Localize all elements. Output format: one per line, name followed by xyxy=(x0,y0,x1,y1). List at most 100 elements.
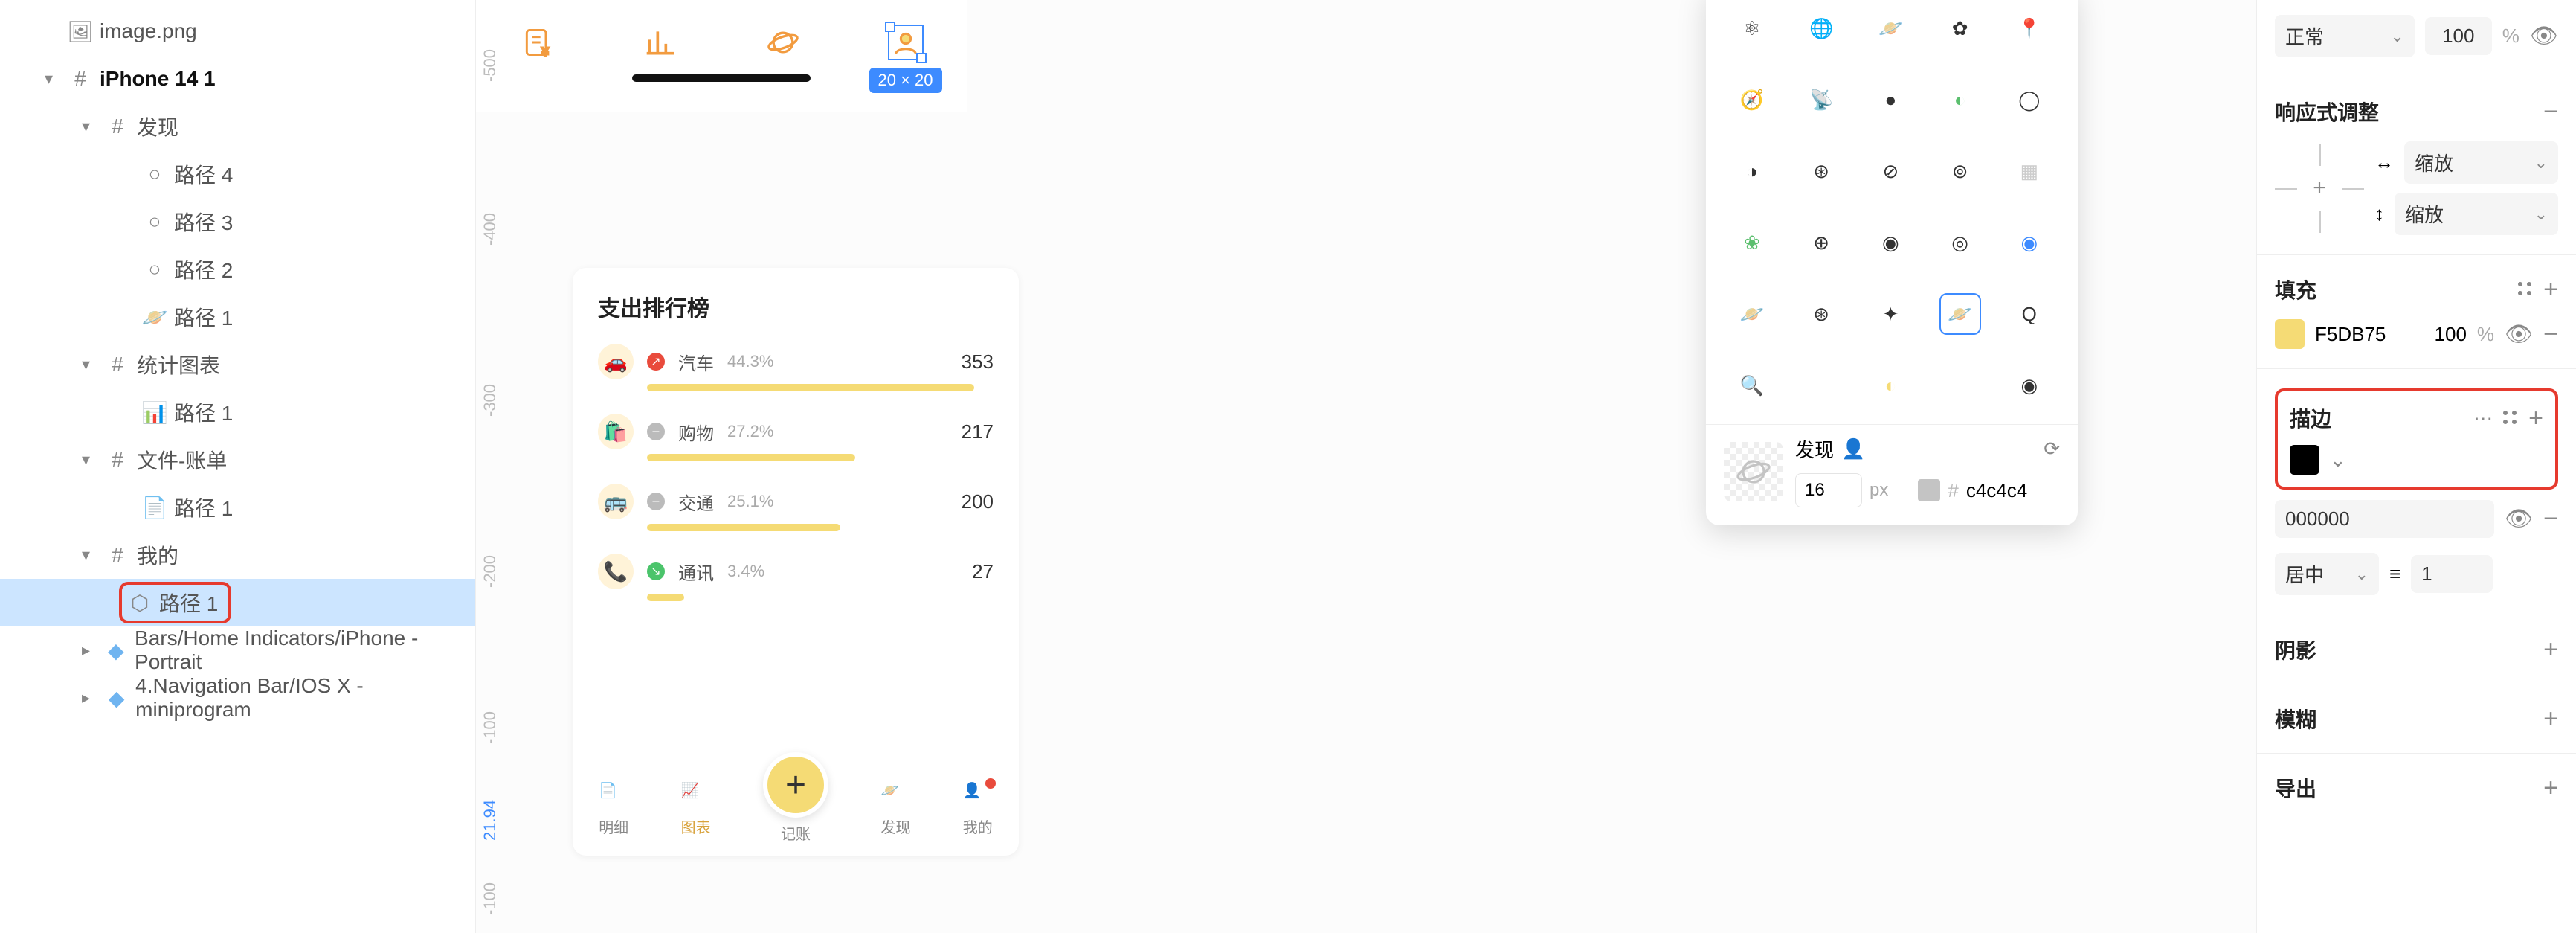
fab-add-button[interactable]: + xyxy=(763,752,828,818)
add-fill-icon[interactable]: + xyxy=(2543,275,2558,304)
icon-compass-fill[interactable]: 🧭 xyxy=(1731,79,1773,121)
stroke-visibility-icon[interactable]: 👁 xyxy=(2505,506,2533,532)
stroke-swatch[interactable] xyxy=(2290,445,2319,475)
icon-grid4[interactable]: ▦ xyxy=(2009,150,2050,192)
layer-image[interactable]: 🖼 image.png xyxy=(0,7,475,55)
icon-atom[interactable]: ⚛ xyxy=(1731,7,1773,49)
layer-stats-path1[interactable]: 📊 路径 1 xyxy=(0,388,475,436)
layer-frame-iphone[interactable]: ▾# iPhone 14 1 xyxy=(0,55,475,103)
bar-chart-icon[interactable] xyxy=(643,25,678,60)
icon-blank2[interactable] xyxy=(1939,365,1981,406)
icon-compass-q[interactable]: Q xyxy=(2009,293,2050,335)
tab-detail[interactable]: 📄 明细 xyxy=(599,781,628,837)
icon-compass-blue[interactable]: ◉ xyxy=(2009,222,2050,263)
stroke-hex-input[interactable]: 000000 xyxy=(2275,500,2494,538)
tab-add[interactable]: + 记账 xyxy=(763,775,828,844)
icon-signal[interactable]: 📡 xyxy=(1800,79,1842,121)
color-hex[interactable]: c4c4c4 xyxy=(1966,479,2027,502)
add-export-icon[interactable]: + xyxy=(2543,774,2558,803)
receipt-icon[interactable]: ¥ xyxy=(520,25,556,60)
tab-discover[interactable]: 🪐 发现 xyxy=(880,781,910,837)
icon-compass4[interactable]: ⊕ xyxy=(1800,222,1842,263)
icon-orbit[interactable]: 🪐 xyxy=(1870,7,1911,49)
vertical-ruler: -500 -400 -300 -200 -100 21.94 -100 xyxy=(476,0,521,933)
layer-bars-component[interactable]: ▸◆ Bars/Home Indicators/iPhone - Portrai… xyxy=(0,626,475,674)
fill-opacity[interactable]: 100 xyxy=(2435,323,2467,346)
rank-row-transport[interactable]: 🚌 – 交通 25.1% 200 xyxy=(598,484,994,519)
collapse-icon[interactable]: − xyxy=(2543,97,2558,126)
frame-icon: # xyxy=(104,353,131,376)
icon-compass-bold[interactable]: ✦ xyxy=(1870,293,1911,335)
icon-planet-selected[interactable]: 🪐 xyxy=(1939,293,1981,335)
icon-compass3[interactable]: ⊘ xyxy=(1870,150,1911,192)
blend-mode-select[interactable]: 正常 xyxy=(2275,15,2415,57)
layer-path1[interactable]: 🪐 路径 1 xyxy=(0,293,475,341)
style-icon[interactable] xyxy=(2518,282,2533,297)
tab-chart[interactable]: 📈 图表 xyxy=(681,781,711,837)
icon-flower[interactable]: ❀ xyxy=(1731,222,1773,263)
icon-pin[interactable]: 📍 xyxy=(2009,7,2050,49)
add-blur-icon[interactable]: + xyxy=(2543,705,2558,734)
layer-path3[interactable]: ○ 路径 3 xyxy=(0,198,475,246)
constraint-widget[interactable]: + xyxy=(2275,144,2364,233)
fill-swatch[interactable] xyxy=(2275,319,2305,349)
layer-files-path1[interactable]: 📄 路径 1 xyxy=(0,484,475,531)
color-swatch[interactable] xyxy=(1918,479,1940,501)
icon-search[interactable]: 🔍 xyxy=(1731,365,1773,406)
icon-moon[interactable]: ◐ xyxy=(1870,365,1911,406)
layer-nav-component[interactable]: ▸◆ 4.Navigation Bar/IOS X - miniprogram xyxy=(0,674,475,722)
icon-target[interactable]: ⊚ xyxy=(1939,150,1981,192)
disclosure-icon[interactable]: ▾ xyxy=(82,450,104,469)
refresh-icon[interactable]: ⟳ xyxy=(2044,437,2060,461)
more-icon[interactable]: ⋯ xyxy=(2473,407,2493,430)
add-stroke-icon[interactable]: + xyxy=(2528,404,2543,433)
layer-mine-path1-selected[interactable]: ⬡ 路径 1 xyxy=(0,579,475,626)
layer-path2[interactable]: ○ 路径 2 xyxy=(0,246,475,293)
disclosure-icon[interactable]: ▸ xyxy=(82,688,103,708)
icon-size-input[interactable] xyxy=(1795,473,1862,507)
icon-ring[interactable]: ◯ xyxy=(2009,79,2050,121)
icon-fan[interactable]: ✿ xyxy=(1939,7,1981,49)
layer-path4[interactable]: ○ 路径 4 xyxy=(0,150,475,198)
icon-blank1[interactable] xyxy=(1800,365,1842,406)
stroke-align-select[interactable]: 居中 xyxy=(2275,553,2379,595)
icon-planet-light[interactable]: 🪐 xyxy=(1731,293,1773,335)
layer-files[interactable]: ▾# 文件-账单 xyxy=(0,436,475,484)
disclosure-icon[interactable]: ▸ xyxy=(82,641,103,660)
icon-compass7[interactable]: ⊛ xyxy=(1800,293,1842,335)
chevron-down-icon[interactable]: ⌄ xyxy=(2330,449,2346,472)
remove-stroke-icon[interactable]: − xyxy=(2543,504,2558,533)
constraint-h-select[interactable]: 缩放 xyxy=(2404,141,2558,184)
planet-icon[interactable] xyxy=(765,25,801,60)
icon-leaf[interactable]: ◐ xyxy=(1939,79,1981,121)
constraint-v-select[interactable]: 缩放 xyxy=(2395,193,2558,235)
add-shadow-icon[interactable]: + xyxy=(2543,635,2558,664)
selected-user-icon[interactable]: 20 × 20 xyxy=(888,25,924,60)
icon-compass5[interactable]: ◉ xyxy=(1870,222,1911,263)
style-icon[interactable] xyxy=(2503,411,2518,426)
icon-compass2[interactable]: ⊛ xyxy=(1800,150,1842,192)
disclosure-icon[interactable]: ▾ xyxy=(82,117,104,136)
disclosure-icon[interactable]: ▾ xyxy=(45,69,67,89)
icon-compass-dark[interactable]: ● xyxy=(1870,79,1911,121)
layer-stats[interactable]: ▾# 统计图表 xyxy=(0,341,475,388)
fill-visibility-icon[interactable]: 👁 xyxy=(2505,321,2533,347)
icon-globe[interactable]: 🌐 xyxy=(1800,7,1842,49)
visibility-toggle-icon[interactable]: 👁 xyxy=(2530,23,2558,49)
rank-row-car[interactable]: 🚗 ↗ 汽车 44.3% 353 xyxy=(598,344,994,379)
phone-expense-card: 支出排行榜 🚗 ↗ 汽车 44.3% 353 🛍️ – 购物 27.2% 217… xyxy=(573,268,1019,856)
disclosure-icon[interactable]: ▾ xyxy=(82,545,104,565)
icon-compass6[interactable]: ◎ xyxy=(1939,222,1981,263)
disclosure-icon[interactable]: ▾ xyxy=(82,355,104,374)
layer-discover[interactable]: ▾# 发现 xyxy=(0,103,475,150)
stroke-width-input[interactable]: 1 xyxy=(2411,555,2493,593)
rank-row-shopping[interactable]: 🛍️ – 购物 27.2% 217 xyxy=(598,414,994,449)
remove-fill-icon[interactable]: − xyxy=(2543,320,2558,349)
icon-compass8[interactable]: ◉ xyxy=(2009,365,2050,406)
opacity-input[interactable]: 100 xyxy=(2425,17,2492,55)
tab-mine[interactable]: 👤 我的 xyxy=(963,781,993,837)
fill-hex[interactable]: F5DB75 xyxy=(2315,323,2386,346)
rank-row-telecom[interactable]: 📞 ↘ 通讯 3.4% 27 xyxy=(598,554,994,589)
layer-mine[interactable]: ▾# 我的 xyxy=(0,531,475,579)
icon-leaf2[interactable]: ◑ xyxy=(1731,150,1773,192)
